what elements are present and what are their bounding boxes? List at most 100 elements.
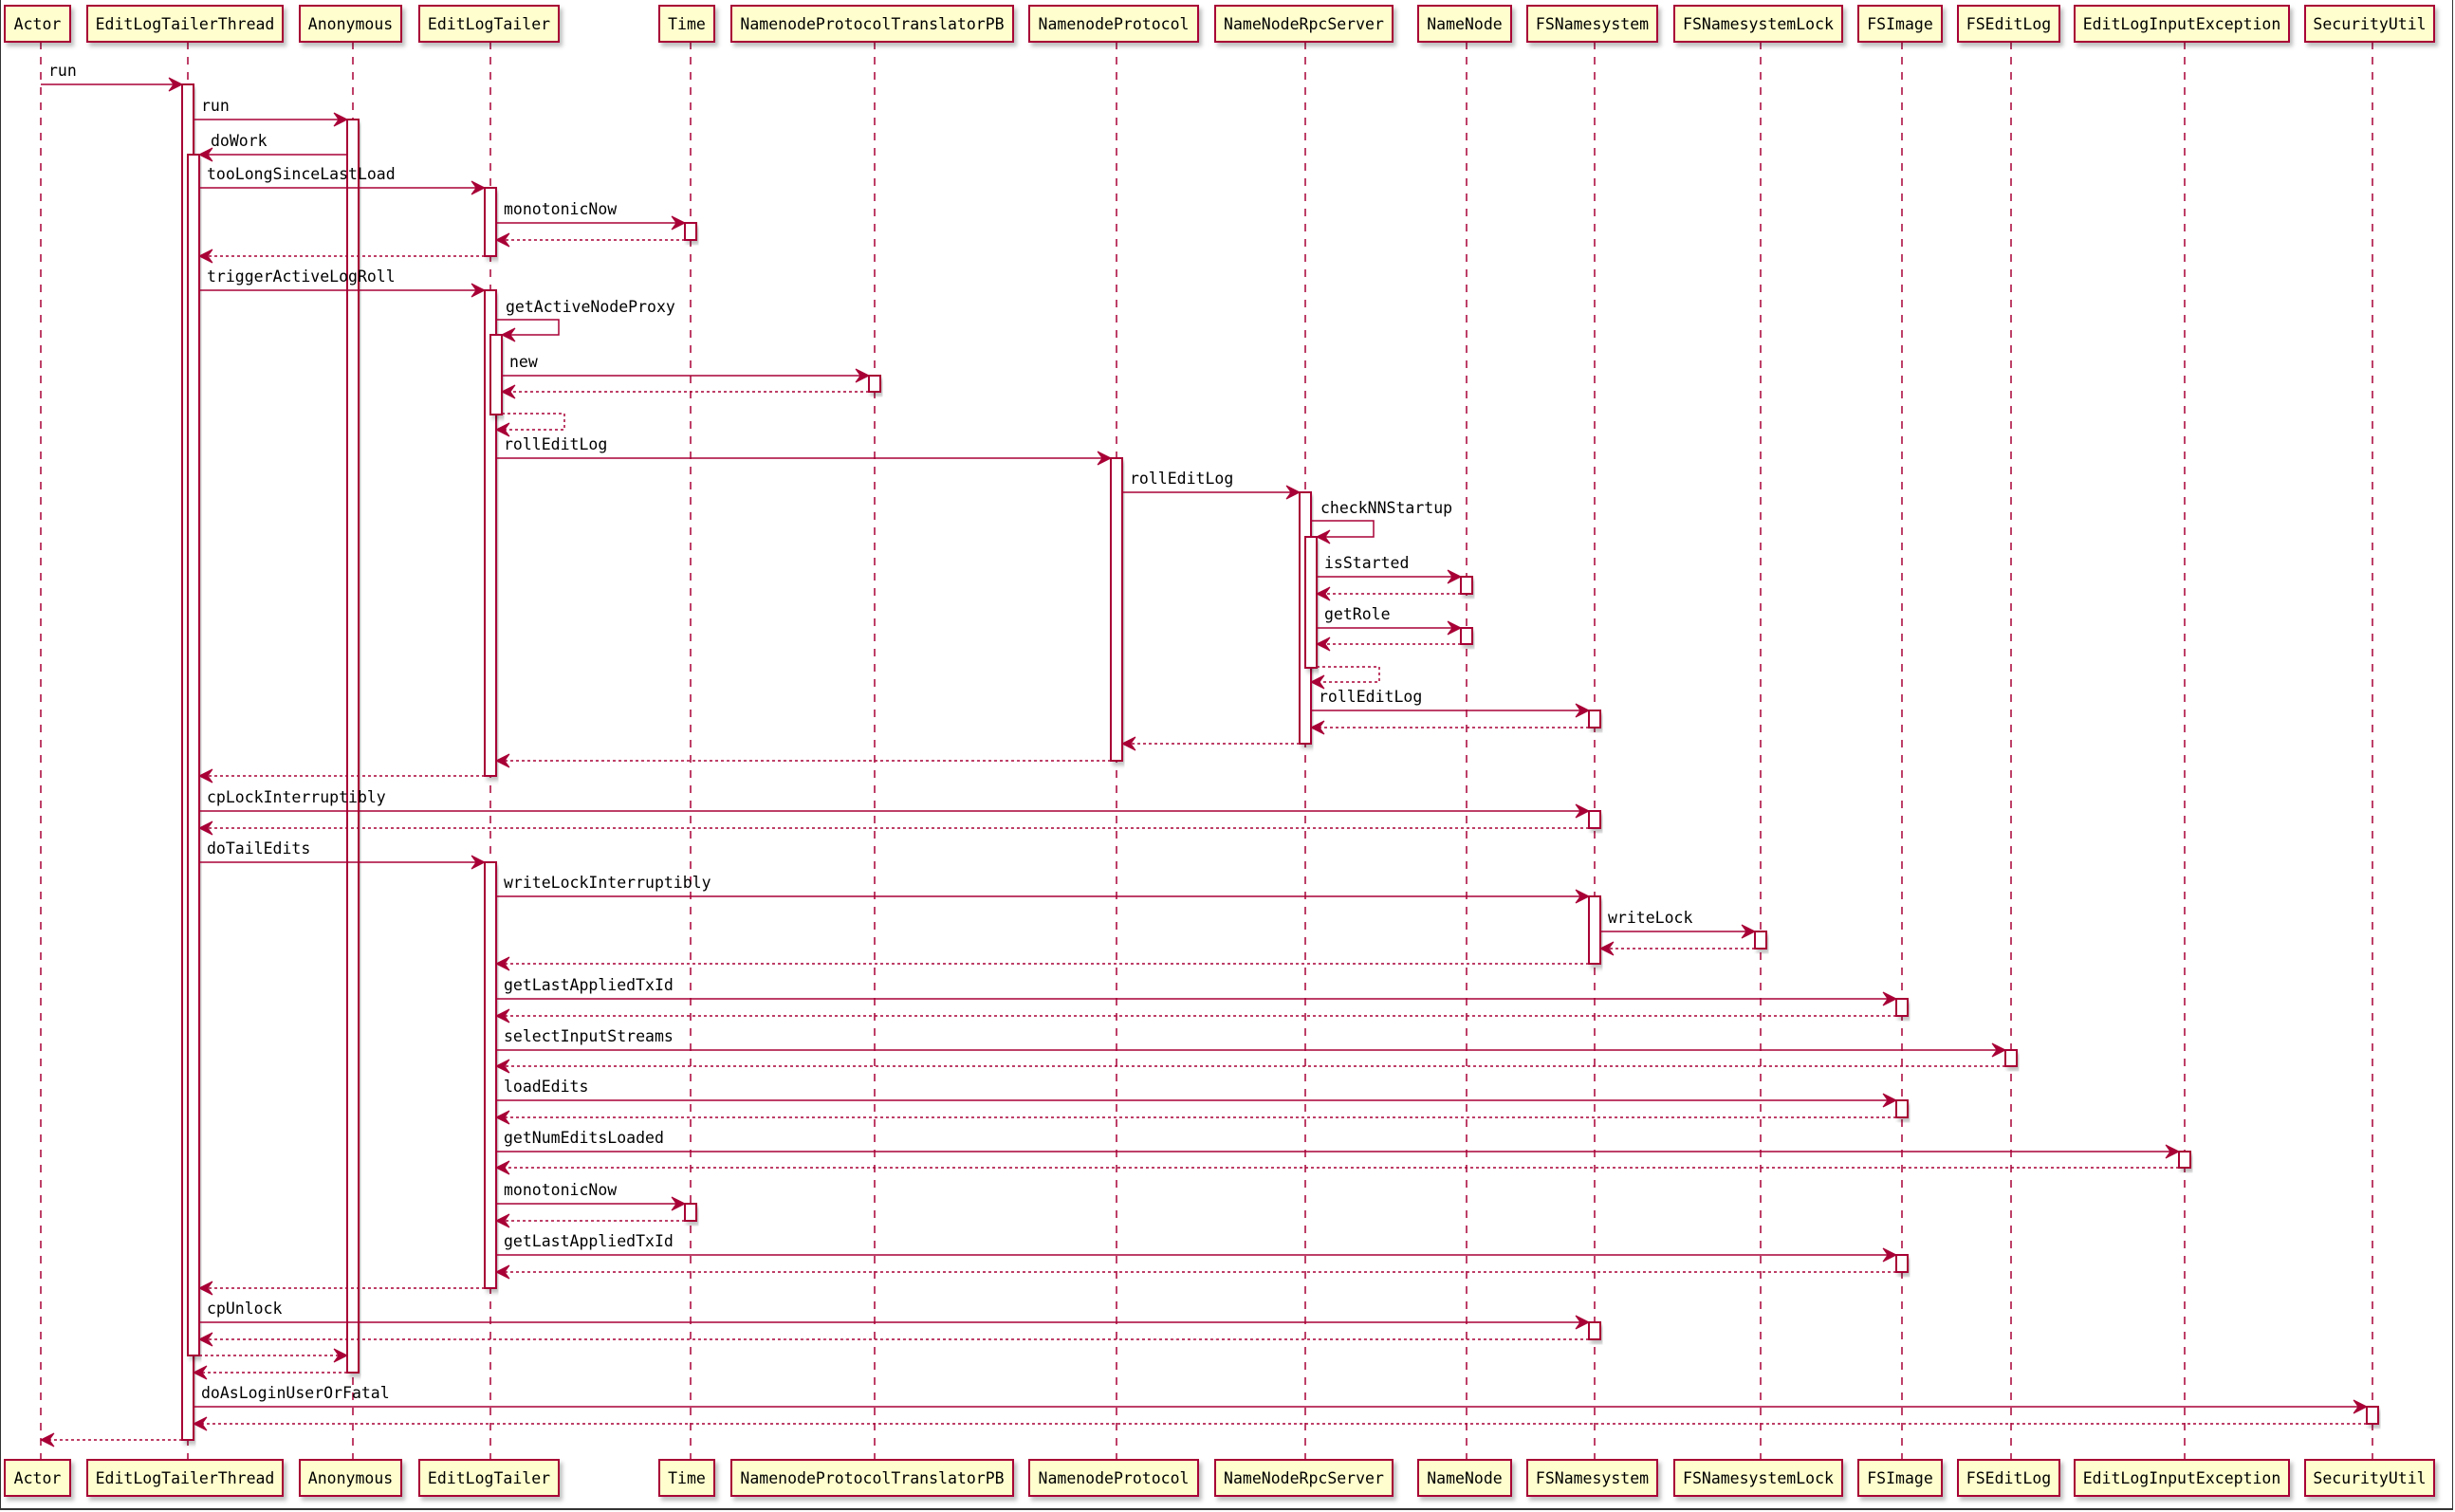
- message-return: [494, 956, 1589, 971]
- message-label: getLastAppliedTxId: [504, 976, 674, 994]
- message-isStarted: isStarted: [1317, 554, 1463, 584]
- message-label: run: [48, 62, 77, 80]
- participant-nptpb-top[interactable]: NamenodeProtocolTranslatorPB: [730, 5, 1014, 43]
- participant-fsi-top[interactable]: FSImage: [1857, 5, 1943, 43]
- message-return: [500, 384, 869, 399]
- arrowhead: [192, 1416, 208, 1431]
- sequence-diagram: run run doWork tooLongSinceLastLoad monotoni…: [4, 5, 2435, 1497]
- message-line: [1311, 520, 1375, 538]
- arrowhead: [494, 422, 510, 437]
- message-return: [197, 821, 1589, 836]
- participant-time-bottom[interactable]: Time: [658, 1459, 715, 1497]
- message-label: new: [509, 353, 538, 371]
- message-label: doTailEdits: [207, 839, 310, 857]
- participant-time-top[interactable]: Time: [658, 5, 715, 43]
- activation-bar: [1895, 1254, 1909, 1273]
- message-cpUnlock: cpUnlock: [199, 1300, 1591, 1330]
- message-label: checkNNStartup: [1320, 499, 1452, 517]
- participant-label: Time: [668, 15, 706, 33]
- participant-label: FSImage: [1867, 15, 1933, 33]
- participant-label: EditLogTailer: [428, 1469, 550, 1487]
- activation-bar: [1304, 536, 1318, 669]
- participant-label: Time: [668, 1469, 706, 1487]
- participant-label: NamenodeProtocol: [1039, 1469, 1190, 1487]
- participant-fsnl-top[interactable]: FSNamesystemLock: [1673, 5, 1843, 43]
- participant-np-top[interactable]: NamenodeProtocol: [1028, 5, 1199, 43]
- message-rollEditLog: rollEditLog: [496, 435, 1113, 466]
- participant-actor-bottom[interactable]: Actor: [4, 1459, 71, 1497]
- message-label: monotonicNow: [504, 1181, 617, 1199]
- message-return: [1315, 636, 1461, 652]
- activation-bar: [1895, 998, 1909, 1017]
- participant-nnrs-bottom[interactable]: NameNodeRpcServer: [1214, 1459, 1394, 1497]
- message-return: [192, 1365, 347, 1380]
- participant-elt-top[interactable]: EditLogTailer: [418, 5, 560, 43]
- participant-elie-bottom[interactable]: EditLogInputException: [2074, 1459, 2290, 1497]
- arrowhead: [500, 384, 516, 399]
- participant-fsn-top[interactable]: FSNamesystem: [1526, 5, 1658, 43]
- participant-su-top[interactable]: SecurityUtil: [2304, 5, 2435, 43]
- participant-label: EditLogTailerThread: [96, 15, 275, 33]
- participant-label: FSImage: [1867, 1469, 1933, 1487]
- participant-su-bottom[interactable]: SecurityUtil: [2304, 1459, 2435, 1497]
- message-doTailEdits: doTailEdits: [199, 839, 487, 870]
- participant-eltt-bottom[interactable]: EditLogTailerThread: [86, 1459, 284, 1497]
- participant-eltt-top[interactable]: EditLogTailerThread: [86, 5, 284, 43]
- participant-label: Anonymous: [308, 1469, 393, 1487]
- participant-anon-bottom[interactable]: Anonymous: [299, 1459, 402, 1497]
- message-label: run: [201, 97, 230, 115]
- activation-bar: [484, 187, 497, 257]
- message-cpLockInterruptibly: cpLockInterruptibly: [199, 788, 1591, 819]
- participant-label: SecurityUtil: [2313, 15, 2426, 33]
- participant-nptpb-bottom[interactable]: NamenodeProtocolTranslatorPB: [730, 1459, 1014, 1497]
- participant-label: Anonymous: [308, 15, 393, 33]
- activation-bar: [489, 334, 503, 415]
- activation-bar: [1588, 895, 1601, 965]
- message-line: [1317, 666, 1380, 683]
- activation-bar: [2178, 1151, 2191, 1169]
- message-return: [494, 1059, 2005, 1074]
- participant-elt-bottom[interactable]: EditLogTailer: [418, 1459, 560, 1497]
- message-return: [494, 1008, 1896, 1023]
- participant-label: EditLogInputException: [2083, 15, 2281, 33]
- message-doWork: doWork: [197, 132, 347, 162]
- message-return: [197, 768, 485, 784]
- message-selectInputStreams: selectInputStreams: [496, 1027, 2007, 1058]
- participant-fsn-bottom[interactable]: FSNamesystem: [1526, 1459, 1658, 1497]
- message-label: loadEdits: [504, 1078, 588, 1096]
- activation-bar: [1460, 576, 1473, 595]
- message-checkNNStartup: checkNNStartup: [1311, 499, 1452, 544]
- message-return: [197, 1281, 485, 1296]
- participant-fsel-top[interactable]: FSEditLog: [1957, 5, 2060, 43]
- participant-label: EditLogInputException: [2083, 1469, 2281, 1487]
- activation-bar: [2004, 1049, 2018, 1067]
- message-label: doWork: [211, 132, 268, 150]
- message-rollEditLog: rollEditLog: [1122, 470, 1301, 500]
- message-label: getRole: [1324, 605, 1391, 623]
- arrowhead: [39, 1432, 55, 1447]
- message-return: [494, 1110, 1896, 1125]
- participant-nn-top[interactable]: NameNode: [1417, 5, 1512, 43]
- participant-nn-bottom[interactable]: NameNode: [1417, 1459, 1512, 1497]
- participant-fsnl-bottom[interactable]: FSNamesystemLock: [1673, 1459, 1843, 1497]
- participant-np-bottom[interactable]: NamenodeProtocol: [1028, 1459, 1199, 1497]
- message-label: selectInputStreams: [504, 1027, 674, 1045]
- participant-label: FSNamesystem: [1536, 1469, 1649, 1487]
- message-label: cpUnlock: [207, 1300, 283, 1318]
- message-label: getActiveNodeProxy: [506, 298, 675, 316]
- participant-fsi-bottom[interactable]: FSImage: [1857, 1459, 1943, 1497]
- message-label: tooLongSinceLastLoad: [207, 165, 396, 183]
- message-loadEdits: loadEdits: [496, 1078, 1898, 1108]
- activation-bar: [1110, 457, 1123, 762]
- message-label: rollEditLog: [1130, 470, 1233, 488]
- participant-anon-top[interactable]: Anonymous: [299, 5, 402, 43]
- participant-actor-top[interactable]: Actor: [4, 5, 71, 43]
- message-return: [39, 1432, 182, 1447]
- participant-elie-top[interactable]: EditLogInputException: [2074, 5, 2290, 43]
- participant-label: NameNodeRpcServer: [1224, 15, 1384, 33]
- message-return: [199, 1348, 349, 1363]
- activation-bar: [484, 861, 497, 1289]
- participant-fsel-bottom[interactable]: FSEditLog: [1957, 1459, 2060, 1497]
- message-getLastAppliedTxId: getLastAppliedTxId: [496, 1232, 1898, 1263]
- participant-nnrs-top[interactable]: NameNodeRpcServer: [1214, 5, 1394, 43]
